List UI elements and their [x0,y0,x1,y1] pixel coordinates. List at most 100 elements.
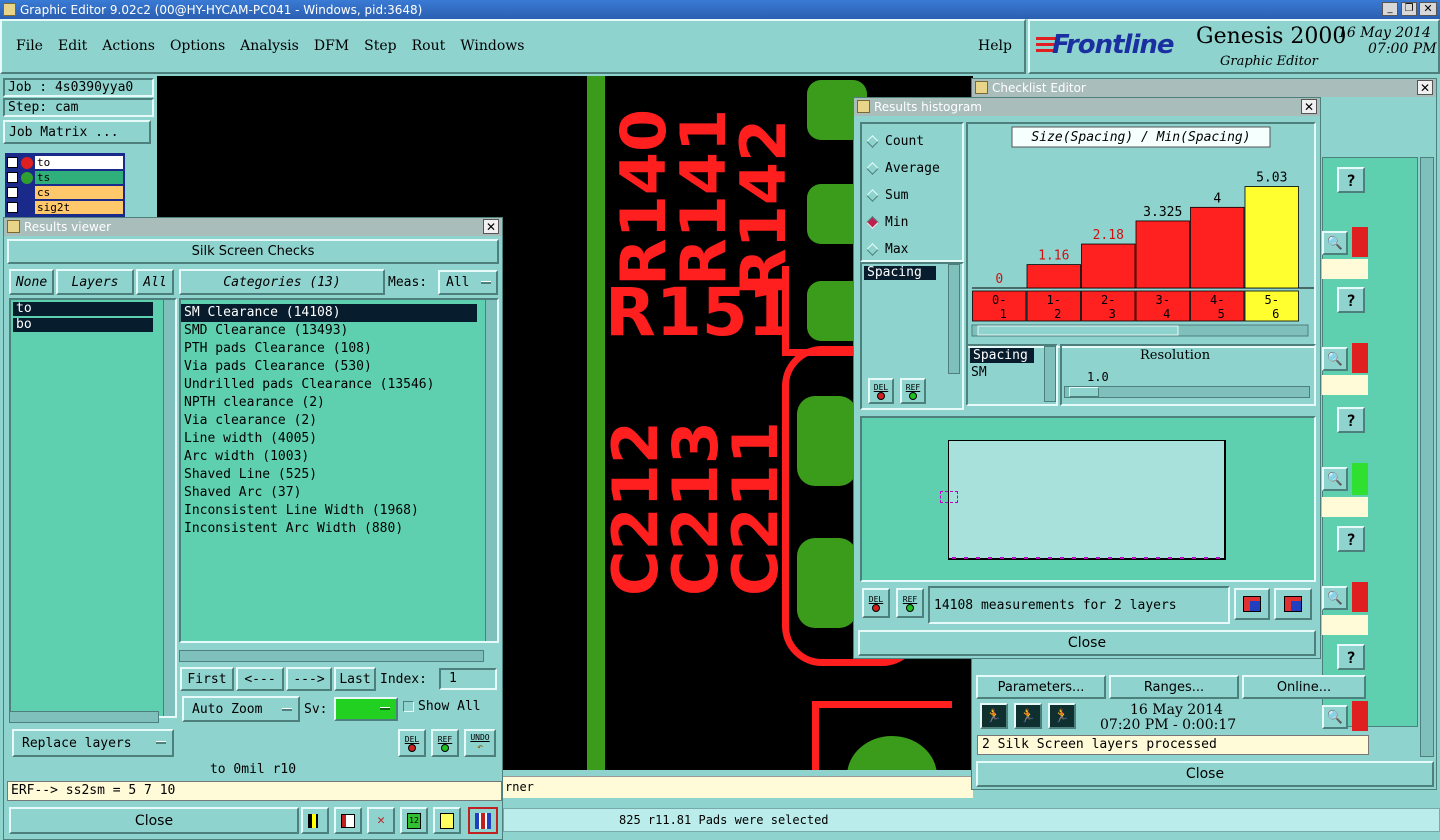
del-button[interactable]: DEL [862,588,890,618]
layer-item-sig2t[interactable]: sig2t [35,201,123,214]
categories-list[interactable]: SM Clearance (14108) SMD Clearance (1349… [179,298,499,643]
list-item[interactable]: Via clearance (2) [181,412,497,430]
scrollbar[interactable] [1044,346,1056,402]
layers-button[interactable]: Layers [56,269,134,295]
toolbar-chart-icon[interactable] [301,807,329,834]
list-item[interactable]: Shaved Arc (37) [181,484,497,502]
resolution-slider[interactable] [1064,386,1310,398]
menu-dfm[interactable]: DFM [314,38,349,54]
spacing-sm-list[interactable]: Spacing SM [966,344,1058,406]
list-item[interactable]: Line width (4005) [181,430,497,448]
show-all-checkbox[interactable] [403,701,414,712]
minimize-icon[interactable]: _ [1382,2,1398,16]
list-item[interactable]: NPTH clearance (2) [181,394,497,412]
ranges-button[interactable]: Ranges... [1109,675,1239,699]
radio-diamond-icon[interactable] [866,189,879,202]
zoom-to-icon[interactable] [1234,588,1270,620]
scrollbar[interactable] [948,264,960,374]
checklist-titlebar[interactable]: Checklist Editor ✕ [972,79,1436,97]
list-item[interactable]: Inconsistent Line Width (1968) [181,502,497,520]
none-button[interactable]: None [9,269,54,295]
layer-item-to[interactable]: to [35,156,123,169]
measurement-preview[interactable] [860,416,1316,582]
run-icon[interactable]: 🏃 [980,703,1008,729]
menu-actions[interactable]: Actions [102,38,155,54]
categories-hscroll[interactable] [179,650,484,662]
all-button[interactable]: All [136,269,174,295]
run-failed-icon[interactable]: 🏃 [1048,703,1076,729]
undo-button[interactable]: UNDO ↶ [464,729,496,757]
toolbar-exit-icon[interactable] [334,807,362,834]
radio-diamond-icon[interactable] [866,135,879,148]
sv-color-dropdown[interactable] [334,697,398,721]
layer-checkbox[interactable] [7,202,18,213]
index-input[interactable]: 1 [439,668,497,690]
job-matrix-button[interactable]: Job Matrix ... [3,120,151,144]
close-icon[interactable]: ✕ [1417,80,1433,95]
help-icon[interactable]: ? [1337,287,1365,313]
ref-button[interactable]: REF [431,729,459,757]
spacing-list[interactable]: Spacing DEL REF [860,262,964,410]
run-selected-icon[interactable]: 🏃 [1014,703,1042,729]
menu-edit[interactable]: Edit [58,38,87,54]
zoom-out-icon[interactable] [1274,588,1312,620]
online-button[interactable]: Online... [1242,675,1366,699]
help-icon[interactable]: ? [1337,526,1365,552]
layer-item-ts[interactable]: ts [35,171,123,184]
scrollbar[interactable] [485,300,497,641]
list-item[interactable]: Spacing [970,348,1034,363]
option-count[interactable]: Count [862,128,962,155]
list-item[interactable]: bo [13,318,153,332]
close-icon[interactable]: ✕ [483,219,499,234]
layers-list[interactable]: to bo [9,298,177,718]
radio-diamond-icon[interactable] [866,216,879,229]
zoom-icon[interactable]: 🔍 [1322,467,1348,491]
menu-windows[interactable]: Windows [460,38,524,54]
del-button[interactable]: DEL [398,729,426,757]
option-max[interactable]: Max [862,236,962,263]
toolbar-ref-cross-icon[interactable]: ✕ [367,807,395,834]
ref-button[interactable]: REF [896,588,924,618]
help-icon[interactable]: ? [1337,167,1365,193]
close-icon[interactable]: ✕ [1419,2,1437,16]
list-item[interactable]: to [13,302,153,316]
menu-options[interactable]: Options [170,38,225,54]
auto-zoom-dropdown[interactable]: Auto Zoom [182,696,300,722]
next-button[interactable]: ---> [286,667,332,691]
list-item[interactable]: Undrilled pads Clearance (13546) [181,376,497,394]
layer-checkbox[interactable] [7,157,18,168]
radio-diamond-icon[interactable] [866,162,879,175]
restore-icon[interactable]: ❐ [1401,2,1417,16]
list-item[interactable]: Shaved Line (525) [181,466,497,484]
results-viewer-titlebar[interactable]: Results viewer ✕ [4,218,502,236]
help-icon[interactable]: ? [1337,407,1365,433]
option-average[interactable]: Average [862,155,962,182]
parameters-button[interactable]: Parameters... [976,675,1106,699]
menu-step[interactable]: Step [364,38,396,54]
menu-rout[interactable]: Rout [412,38,446,54]
categories-button[interactable]: Categories (13) [179,269,385,295]
layer-checkbox[interactable] [7,187,18,198]
list-item[interactable]: SMD Clearance (13493) [181,322,497,340]
list-item[interactable]: Via pads Clearance (530) [181,358,497,376]
close-icon[interactable]: ✕ [1301,99,1317,114]
histogram-close-button[interactable]: Close [858,630,1316,656]
zoom-icon[interactable]: 🔍 [1322,705,1348,729]
menu-analysis[interactable]: Analysis [240,38,299,54]
layer-item-cs[interactable]: cs [35,186,123,199]
zoom-icon[interactable]: 🔍 [1322,347,1348,371]
list-item[interactable]: PTH pads Clearance (108) [181,340,497,358]
scrollbar[interactable] [163,300,175,716]
toolbar-notes-icon[interactable] [433,807,461,834]
menu-help[interactable]: Help [978,38,1012,54]
option-min[interactable]: Min [862,209,962,236]
help-icon[interactable]: ? [1337,644,1365,670]
toolbar-numbers-icon[interactable]: 12 [400,807,428,834]
prev-button[interactable]: <--- [236,667,284,691]
list-item[interactable]: Inconsistent Arc Width (880) [181,520,497,538]
list-item[interactable]: Arc width (1003) [181,448,497,466]
histogram-titlebar[interactable]: Results histogram ✕ [854,98,1320,116]
del-button[interactable]: DEL [868,378,894,404]
radio-diamond-icon[interactable] [866,243,879,256]
first-button[interactable]: First [180,667,234,691]
